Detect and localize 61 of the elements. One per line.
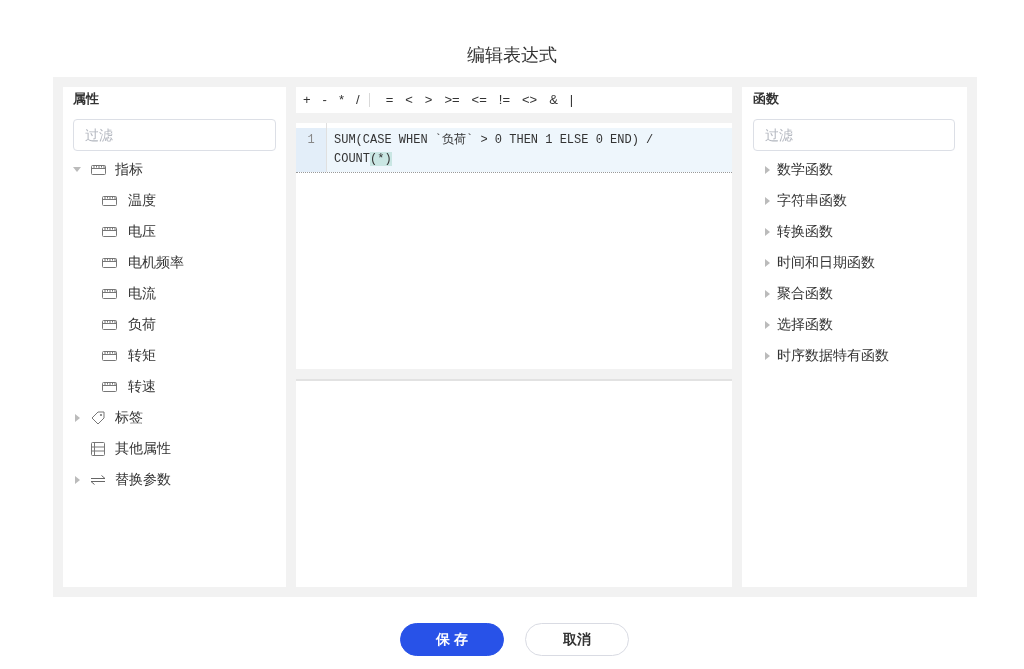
caret-icon[interactable]	[764, 258, 770, 267]
operator-button[interactable]: <=	[465, 90, 493, 110]
operator-button[interactable]: |	[563, 90, 580, 110]
ruler-icon	[101, 226, 117, 237]
tree-item[interactable]: 电机频率	[73, 247, 276, 278]
panel-title: 函数	[753, 90, 779, 108]
caret-icon[interactable]	[73, 167, 81, 172]
operator-button[interactable]: <	[399, 90, 419, 110]
tree-item[interactable]: 标签	[73, 402, 276, 433]
caret-icon[interactable]	[764, 165, 770, 174]
tree-item[interactable]: 电压	[73, 216, 276, 247]
function-category[interactable]: 选择函数	[753, 309, 955, 340]
caret-icon[interactable]	[764, 227, 770, 236]
function-category[interactable]: 聚合函数	[753, 278, 955, 309]
function-category[interactable]: 时序数据特有函数	[753, 340, 955, 371]
tree-item[interactable]: 指标	[73, 154, 276, 185]
line-number: 1	[296, 128, 326, 172]
function-category[interactable]: 转换函数	[753, 216, 955, 247]
tree-item[interactable]: 转速	[73, 371, 276, 402]
caret-icon[interactable]	[74, 413, 80, 422]
dialog-title: 编辑表达式	[467, 44, 557, 67]
ruler-icon	[101, 319, 117, 330]
operator-button[interactable]: +	[297, 90, 317, 110]
operator-button[interactable]: -	[316, 90, 333, 110]
ruler-icon	[101, 257, 117, 268]
code-editor[interactable]: 1 SUM(CASE WHEN `负荷` > 0 THEN 1 ELSE 0 END) / COUNT(*)	[296, 123, 732, 369]
tree-item[interactable]: 其他属性	[73, 433, 276, 464]
operator-button[interactable]: *	[332, 90, 350, 110]
tree-item[interactable]: 转矩	[73, 340, 276, 371]
ruler-icon	[90, 164, 106, 175]
caret-icon[interactable]	[764, 351, 770, 360]
operator-button[interactable]: !=	[492, 90, 516, 110]
tree-item[interactable]: 替换参数	[73, 464, 276, 495]
ruler-icon	[101, 381, 117, 392]
operator-button[interactable]: =	[379, 90, 400, 110]
operator-button[interactable]: >=	[438, 90, 466, 110]
tree-item[interactable]: 电流	[73, 278, 276, 309]
swap-icon	[90, 474, 106, 485]
caret-icon[interactable]	[764, 196, 770, 205]
ruler-icon	[101, 288, 117, 299]
caret-icon[interactable]	[764, 289, 770, 298]
caret-icon[interactable]	[74, 475, 80, 484]
function-category[interactable]: 时间和日期函数	[753, 247, 955, 278]
operator-button[interactable]: /	[350, 90, 366, 110]
tree-item[interactable]: 温度	[73, 185, 276, 216]
caret-icon[interactable]	[764, 320, 770, 329]
filter-field[interactable]: 过滤	[73, 119, 276, 151]
filter-field[interactable]: 过滤	[753, 119, 955, 151]
ruler-icon	[101, 350, 117, 361]
function-category[interactable]: 字符串函数	[753, 185, 955, 216]
function-category[interactable]: 数学函数	[753, 154, 955, 185]
tag-icon	[91, 410, 105, 425]
operator-button[interactable]: <>	[516, 90, 544, 110]
operator-button[interactable]: &	[543, 90, 564, 110]
save-button[interactable]: 保 存	[400, 623, 504, 656]
operator-button[interactable]: >	[418, 90, 439, 110]
ruler-icon	[101, 195, 117, 206]
cancel-button[interactable]: 取消	[525, 623, 629, 656]
panel-title: 属性	[73, 90, 99, 108]
tree-item[interactable]: 负荷	[73, 309, 276, 340]
list-icon	[91, 441, 105, 456]
